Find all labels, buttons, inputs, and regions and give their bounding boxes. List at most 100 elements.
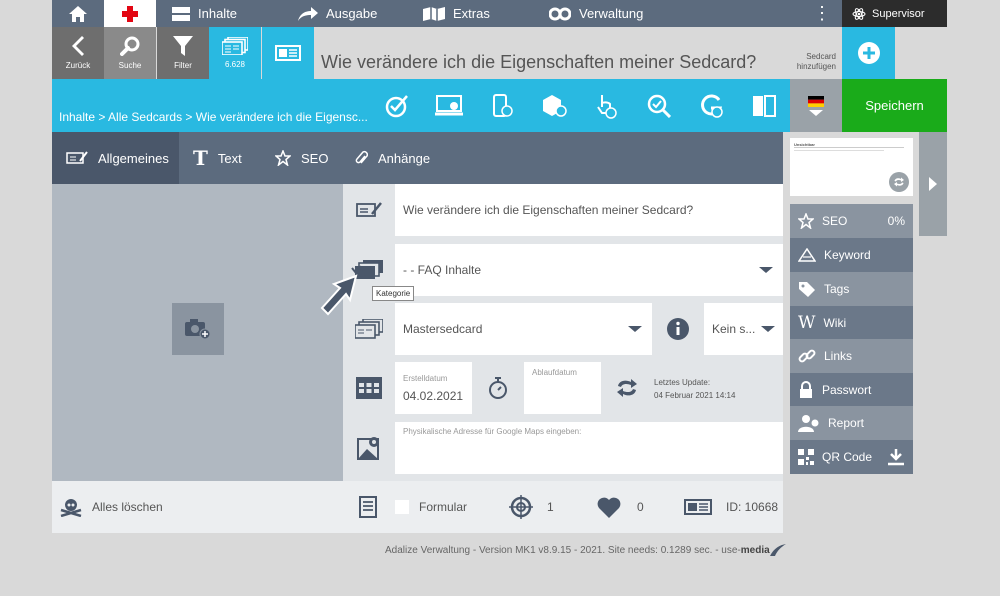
language-select[interactable]	[790, 79, 842, 132]
cards-stack-icon	[355, 319, 383, 339]
google-g-icon	[701, 94, 723, 118]
share-arrow-icon	[298, 6, 318, 21]
filter-button[interactable]: Filter	[157, 27, 209, 79]
home-button[interactable]	[52, 0, 104, 27]
nav-verwaltung[interactable]: Verwaltung	[549, 0, 643, 27]
filter-label: Filter	[174, 61, 192, 70]
search-icon	[120, 36, 140, 56]
sidebar-item-keyword[interactable]: Keyword	[790, 238, 913, 272]
search-button[interactable]: Suche	[104, 27, 156, 79]
google-check-button[interactable]	[697, 92, 725, 120]
download-icon[interactable]	[887, 448, 905, 466]
form-icon-box	[358, 481, 378, 533]
medical-cross-button[interactable]	[104, 0, 156, 27]
formular-toggle[interactable]: Formular	[395, 481, 467, 533]
package-check-button[interactable]	[540, 92, 568, 120]
nav-ausgabe[interactable]: Ausgabe	[298, 0, 377, 27]
nav-extras[interactable]: Extras	[423, 0, 490, 27]
sidebar-label: Tags	[824, 282, 850, 296]
action-bar	[52, 79, 790, 132]
top-nav: Inhalte Ausgabe Extras Verwaltung ⋮	[52, 0, 842, 27]
tab-anhaenge[interactable]: Anhänge	[354, 132, 430, 184]
nav-label: Ausgabe	[326, 6, 378, 21]
preview-line	[794, 150, 884, 151]
add-sedcard-button[interactable]	[842, 27, 895, 79]
footer: Adalize Verwaltung - Version MK1 v8.9.15…	[385, 544, 786, 556]
heart-icon	[597, 497, 621, 518]
info-icon	[667, 318, 689, 340]
lock-icon	[800, 381, 812, 398]
wiki-w-icon: W	[798, 313, 816, 333]
search-check-button[interactable]	[645, 92, 673, 120]
created-date-field[interactable]: Erstelldatum 04.02.2021	[395, 362, 472, 414]
tab-seo[interactable]: SEO	[275, 132, 328, 184]
pointer-hand-icon	[597, 95, 617, 119]
expiry-date-field[interactable]: Ablaufdatum	[524, 362, 601, 414]
doors-icon	[753, 95, 776, 117]
desktop-check-button[interactable]	[435, 92, 463, 120]
sidebar-item-links[interactable]: Links	[790, 339, 913, 373]
title-row-icon	[343, 184, 395, 236]
edit-card-icon	[66, 151, 88, 164]
touch-check-button[interactable]	[592, 92, 620, 120]
category-select[interactable]: - - FAQ Inhalte	[395, 244, 783, 296]
update-label: Letztes Update:	[654, 378, 711, 387]
box-check-icon	[543, 95, 567, 117]
star-icon	[798, 213, 814, 229]
sidebar-item-qr-code[interactable]: QR Code	[790, 440, 913, 474]
camera-plus-icon	[185, 319, 211, 340]
master-sedcard-select[interactable]: Mastersedcard	[395, 303, 652, 355]
tab-text[interactable]: T Text	[193, 132, 242, 184]
sedcard-view-button[interactable]	[262, 27, 314, 79]
sidebar-item-tags[interactable]: Tags	[790, 272, 913, 306]
address-input[interactable]: Physikalische Adresse für Google Maps ei…	[395, 422, 783, 474]
qr-code-icon	[798, 449, 814, 465]
german-flag-icon	[808, 95, 824, 107]
preview-refresh-button[interactable]	[889, 172, 909, 192]
check-circle-icon	[385, 95, 408, 118]
tab-label: Allgemeines	[98, 150, 169, 166]
sedcard-id: ID: 10668	[684, 481, 778, 533]
extras-icon	[423, 6, 445, 21]
chevron-down-icon	[759, 267, 773, 273]
kein-select[interactable]: Kein s...	[704, 303, 783, 355]
more-menu-button[interactable]: ⋮	[812, 0, 832, 27]
add-image-button[interactable]	[172, 303, 224, 355]
back-button[interactable]: Zurück	[52, 27, 104, 79]
delete-all-button[interactable]: Alles löschen	[60, 481, 163, 533]
archive-button[interactable]	[750, 92, 778, 120]
tab-label: SEO	[301, 150, 329, 166]
sidebar-label: Links	[824, 349, 853, 363]
nav-inhalte[interactable]: Inhalte	[172, 0, 237, 27]
sidebar-item-report[interactable]: Report	[790, 406, 913, 440]
sedcards-count-button[interactable]: 6.628	[209, 27, 261, 79]
sidebar-label: Passwort	[822, 383, 872, 397]
preview-expand-button[interactable]	[919, 132, 947, 236]
sidebar-item-wiki[interactable]: W Wiki	[790, 306, 913, 340]
master-value: Mastersedcard	[403, 322, 483, 336]
kein-value: Kein s...	[712, 322, 756, 336]
tab-label: Text	[217, 150, 242, 166]
form-scroll-icon	[359, 496, 377, 518]
breadcrumb[interactable]: Inhalte > Alle Sedcards > Wie verändere …	[59, 110, 368, 124]
page-title: Wie verändere ich die Eigenschaften mein…	[321, 52, 757, 72]
kebab-icon: ⋮	[813, 3, 831, 23]
title-input[interactable]: Wie verändere ich die Eigenschaften mein…	[395, 184, 783, 236]
info-button[interactable]	[652, 303, 704, 355]
tag-icon	[799, 282, 815, 297]
sedcard-preview[interactable]: Unsichtbar	[790, 138, 913, 196]
formular-checkbox[interactable]	[395, 500, 409, 514]
sidebar-item-seo[interactable]: SEO 0%	[790, 204, 913, 238]
user-menu[interactable]: Supervisor	[842, 0, 947, 27]
tab-allgemeines[interactable]: Allgemeines	[52, 132, 179, 184]
sidebar-item-passwort[interactable]: Passwort	[790, 373, 913, 407]
save-button[interactable]: Speichern	[842, 79, 947, 132]
seo-percent: 0%	[887, 214, 905, 228]
count-label: 6.628	[224, 60, 246, 69]
target-counter: 1	[509, 481, 554, 533]
tab-label: Anhänge	[378, 150, 431, 166]
sync-arrows-icon	[894, 177, 904, 187]
brand-swoosh-icon	[769, 544, 786, 556]
publish-check-button[interactable]	[383, 92, 411, 120]
mobile-check-button[interactable]	[488, 92, 516, 120]
